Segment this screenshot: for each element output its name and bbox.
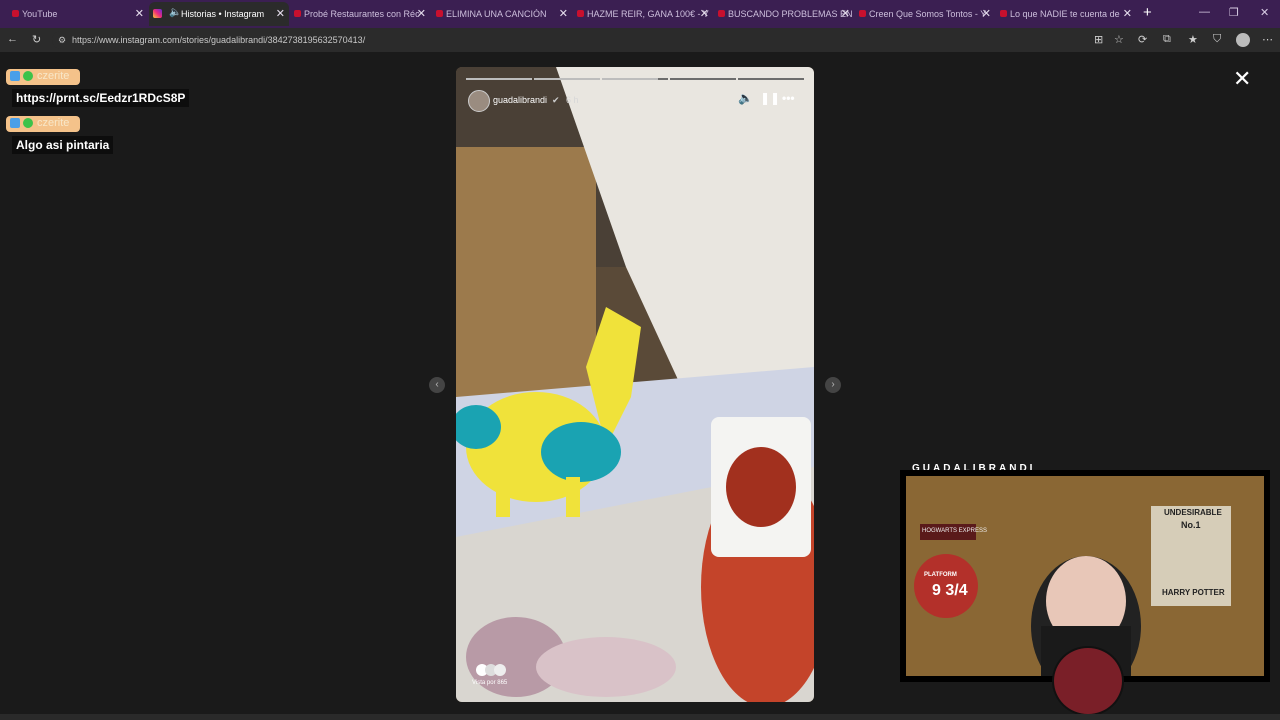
youtube-icon (577, 10, 584, 17)
sign-text: HOGWARTS EXPRESS (922, 528, 988, 534)
close-tab-icon[interactable]: ✕ (417, 7, 426, 20)
app-icon[interactable]: ⊞ (1094, 33, 1103, 46)
youtube-icon (718, 10, 725, 17)
speaker-icon[interactable]: 🔈 (738, 91, 753, 105)
youtube-icon (1000, 10, 1007, 17)
story-time: 6 h (566, 95, 579, 105)
tab-label: Probé Restaurantes con Réc (304, 9, 420, 19)
close-tab-icon[interactable]: ✕ (276, 7, 285, 20)
chat-user-badge: czerite (6, 69, 80, 85)
speaker-icon[interactable]: 🔈 (169, 7, 181, 18)
restore-icon[interactable]: ❐ (1229, 6, 1239, 19)
platform-icon (10, 71, 20, 81)
favorites-icon[interactable]: ★ (1188, 33, 1198, 46)
tab-video-6[interactable]: Creen Que Somos Tontos - Y ✕ (855, 2, 995, 26)
split-icon[interactable]: ⧉ (1163, 33, 1171, 46)
instagram-icon (153, 9, 162, 18)
chat-message: Algo asi pintaria (12, 136, 114, 154)
viewer-avatar (494, 664, 506, 676)
progress-segment (466, 78, 532, 80)
tab-video-3[interactable]: ELIMINA UNA CANCIÓN ✕ (432, 2, 572, 26)
reload-icon[interactable]: ↻ (32, 33, 41, 46)
verified-icon (23, 118, 33, 128)
youtube-icon (859, 10, 866, 17)
poster-name: HARRY POTTER (1162, 588, 1225, 597)
close-tab-icon[interactable]: ✕ (559, 7, 568, 20)
tab-youtube[interactable]: YouTube ✕ (8, 2, 148, 26)
close-tab-icon[interactable]: ✕ (841, 7, 850, 20)
verified-icon (23, 71, 33, 81)
tab-instagram[interactable]: Historias • Instagram 🔈 ✕ (149, 2, 289, 26)
chat-username: czerite (37, 117, 70, 129)
taskbar-strip (0, 714, 1280, 720)
viewer-avatars[interactable] (476, 664, 508, 676)
tab-label: BUSCANDO PROBLEMAS EN (728, 9, 853, 19)
close-tab-icon[interactable]: ✕ (1123, 7, 1132, 20)
tab-label: Creen Que Somos Tontos - Y (869, 9, 987, 19)
pause-icon[interactable]: ❚❚ (760, 91, 780, 105)
favorite-icon[interactable]: ☆ (1114, 33, 1124, 46)
url-text: https://www.instagram.com/stories/guadal… (72, 35, 366, 45)
new-tab-button[interactable]: + (1143, 4, 1152, 21)
avatar (1052, 646, 1124, 716)
tab-video-4[interactable]: HAZME REIR, GANA 100€ - Y ✕ (573, 2, 713, 26)
close-tab-icon[interactable]: ✕ (982, 7, 991, 20)
url-field[interactable]: ⚙ https://www.instagram.com/stories/guad… (52, 31, 1132, 49)
tab-label: HAZME REIR, GANA 100€ - Y (587, 9, 709, 19)
sign-number: 9 3/4 (932, 582, 968, 599)
sign-text: PLATFORM (924, 572, 957, 578)
chat-username: czerite (37, 70, 70, 82)
shield-icon[interactable]: ⛉ (1213, 33, 1221, 46)
progress-segment (534, 78, 600, 80)
progress-segment (602, 78, 668, 80)
youtube-icon (436, 10, 443, 17)
tab-bar: YouTube ✕ Historias • Instagram 🔈 ✕ Prob… (0, 0, 1280, 28)
profile-avatar[interactable] (1236, 33, 1250, 47)
avatar[interactable] (468, 90, 490, 112)
story-username[interactable]: guadalibrandi (493, 95, 547, 105)
tab-label: YouTube (22, 9, 58, 19)
close-window-icon[interactable]: ✕ (1260, 6, 1269, 19)
verified-icon: ✔ (552, 95, 560, 105)
more-icon[interactable]: ⋯ (1262, 33, 1273, 46)
tab-video-7[interactable]: Lo que NADIE te cuenta de ✕ (996, 2, 1136, 26)
close-story-icon[interactable]: ✕ (1233, 66, 1251, 92)
close-tab-icon[interactable]: ✕ (135, 7, 144, 20)
extensions-icon[interactable]: ⟳ (1138, 33, 1147, 46)
minimize-icon[interactable]: — (1199, 6, 1210, 18)
poster-number: No.1 (1181, 520, 1201, 530)
previous-story-icon[interactable]: ‹ (429, 377, 445, 393)
more-options-icon[interactable]: ••• (782, 91, 795, 105)
story-media[interactable] (456, 67, 814, 702)
back-icon[interactable]: ← (7, 33, 18, 45)
progress-segment (670, 78, 736, 80)
chat-user-badge: czerite (6, 116, 80, 132)
tab-video-5[interactable]: BUSCANDO PROBLEMAS EN ✕ (714, 2, 854, 26)
story-views[interactable]: Vista por 865 (472, 680, 507, 686)
tab-label: Lo que NADIE te cuenta de (1010, 9, 1120, 19)
progress-segment (738, 78, 804, 80)
story-photo (456, 67, 814, 702)
tab-label: ELIMINA UNA CANCIÓN (446, 9, 547, 19)
youtube-icon (12, 10, 19, 17)
address-bar: ← ↻ ⚙ https://www.instagram.com/stories/… (0, 28, 1280, 52)
platform-icon (10, 118, 20, 128)
close-tab-icon[interactable]: ✕ (700, 7, 709, 20)
poster-title: UNDESIRABLE (1164, 508, 1222, 517)
site-info-icon[interactable]: ⚙ (58, 31, 66, 49)
next-story-icon[interactable]: › (825, 377, 841, 393)
tab-video-2[interactable]: Probé Restaurantes con Réc ✕ (290, 2, 430, 26)
chat-message: https://prnt.sc/Eedzr1RDcS8P (12, 89, 190, 107)
youtube-icon (294, 10, 301, 17)
